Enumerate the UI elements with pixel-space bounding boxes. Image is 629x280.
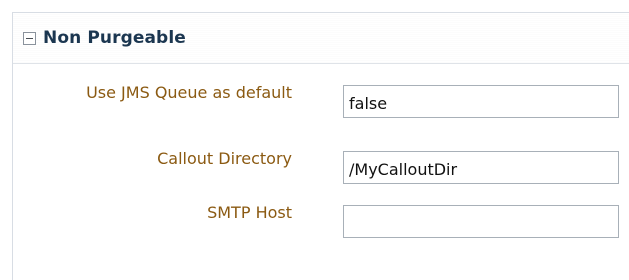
use-jms-queue-field[interactable] (343, 85, 619, 118)
collapse-icon[interactable] (23, 31, 36, 45)
smtp-host-field[interactable] (343, 205, 619, 238)
non-purgeable-panel: Non Purgeable Use JMS Queue as default C… (12, 12, 629, 280)
callout-directory-field[interactable] (343, 151, 619, 184)
smtp-host-label: SMTP Host (207, 203, 292, 222)
use-jms-queue-label: Use JMS Queue as default (86, 83, 292, 102)
panel-header: Non Purgeable (13, 13, 629, 64)
panel-title: Non Purgeable (43, 28, 186, 48)
callout-directory-label: Callout Directory (157, 149, 292, 168)
